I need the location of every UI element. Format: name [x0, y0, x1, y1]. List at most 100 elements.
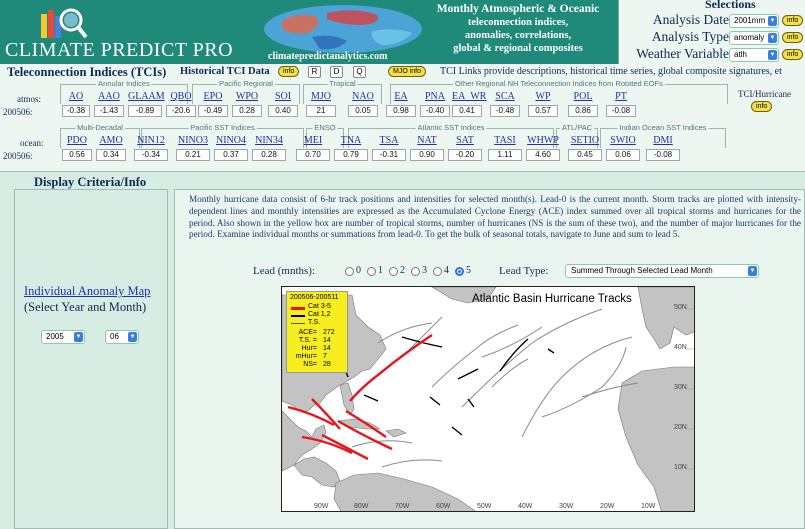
- ocean-index-value: 1.11: [488, 149, 522, 161]
- group-title: ENSO: [312, 123, 338, 132]
- atmos-index-value: 0.40: [268, 105, 298, 117]
- individual-anomaly-map-link[interactable]: Individual Anomaly Map: [24, 284, 150, 299]
- weather-variable-value: atlh: [734, 50, 747, 59]
- atmos-index-link[interactable]: SOI: [268, 91, 298, 102]
- site-url[interactable]: climatepredictanalytics.com: [268, 51, 388, 62]
- atmos-index-link[interactable]: NAO: [348, 91, 378, 102]
- tci-title: Teleconnection Indices (TCIs): [7, 65, 167, 79]
- year-select[interactable]: 2005 ▼: [41, 330, 85, 344]
- lon-label: 50W: [477, 503, 492, 510]
- ocean-index-link[interactable]: NIN12: [134, 135, 168, 146]
- atmos-index-link[interactable]: QBO: [166, 91, 196, 102]
- legend-swatch-cat1-2: [291, 315, 305, 317]
- analysis-date-info-button[interactable]: info: [782, 15, 804, 26]
- atmos-index-value: 0.57: [528, 105, 558, 117]
- lead-radio-label: 2: [400, 265, 405, 276]
- legend-stat-key: ACE=: [298, 329, 317, 336]
- atmos-index-link[interactable]: EA: [386, 91, 416, 102]
- ocean-index-link[interactable]: TASI: [488, 135, 522, 146]
- storm-track: [541, 346, 627, 418]
- lead-radio-5[interactable]: [455, 267, 464, 276]
- ocean-index-link[interactable]: NINO4: [214, 135, 248, 146]
- lead-radio-0[interactable]: [345, 267, 354, 276]
- atmos-index-link[interactable]: GLAAM: [128, 91, 165, 102]
- storm-track: [431, 324, 519, 388]
- lat-label: 10N: [674, 464, 687, 471]
- lead-type-label: Lead Type:: [499, 265, 549, 277]
- tci-hurricane-info-button[interactable]: info: [751, 101, 773, 112]
- ocean-index-link[interactable]: NINO3: [176, 135, 210, 146]
- ocean-index-value: -0.08: [646, 149, 680, 161]
- ocean-index-link[interactable]: PDO: [62, 135, 92, 146]
- weather-variable-select[interactable]: atlh ▼: [729, 48, 779, 62]
- lead-radio-3[interactable]: [411, 267, 420, 276]
- atmos-index-link[interactable]: WPO: [232, 91, 262, 102]
- historical-info-button[interactable]: info: [278, 66, 300, 77]
- legend-label: Cat 3-5: [308, 303, 331, 310]
- hurricane-track: [451, 426, 463, 436]
- atmos-index-value: -20.6: [166, 105, 196, 117]
- historical-r-button[interactable]: R: [308, 66, 321, 78]
- historical-q-button[interactable]: Q: [353, 66, 366, 78]
- weather-variable-info-button[interactable]: info: [782, 49, 804, 60]
- group-title: ATL/PAC: [559, 123, 595, 132]
- legend-stat-value: 7: [323, 353, 327, 360]
- atmos-index-link[interactable]: WP: [528, 91, 558, 102]
- analysis-type-select[interactable]: anomaly ▼: [729, 31, 779, 45]
- app-header: CLIMATE PREDICT PRO climatepredictanalyt…: [0, 0, 805, 64]
- atmos-index-link[interactable]: SCA: [490, 91, 520, 102]
- atmos-index-link[interactable]: AO: [62, 91, 90, 102]
- atmos-index-link[interactable]: EPO: [198, 91, 228, 102]
- legend-stat-key: T.S. =: [298, 337, 317, 344]
- ocean-index-value: -0.20: [448, 149, 482, 161]
- atmos-index-link[interactable]: MJO: [306, 91, 336, 102]
- analysis-type-info-button[interactable]: info: [782, 32, 804, 43]
- ocean-index-link[interactable]: NAT: [410, 135, 444, 146]
- ocean-index-link[interactable]: DMI: [646, 135, 680, 146]
- hurricane-track: [467, 398, 475, 408]
- lead-radio-label: 5: [466, 265, 471, 276]
- lead-radio-1[interactable]: [367, 267, 376, 276]
- chevron-down-icon: ▼: [768, 16, 777, 26]
- major-hurricane-track: [321, 433, 369, 461]
- legend-swatch-ts: [291, 323, 305, 324]
- lead-radio-2[interactable]: [389, 267, 398, 276]
- ocean-index-link[interactable]: WHWP: [526, 135, 560, 146]
- lead-months-label: Lead (mnths):: [253, 265, 316, 277]
- month-select[interactable]: 06 ▼: [105, 330, 139, 344]
- atmos-index-value: 21: [306, 105, 336, 117]
- lead-radio-4[interactable]: [433, 267, 442, 276]
- legend-stat-value: 28: [323, 361, 331, 368]
- hurricane-track-map: Atlantic Basin Hurricane Tracks 200506-2…: [281, 286, 695, 512]
- lead-radio-label: 1: [378, 265, 383, 276]
- historical-d-button[interactable]: D: [330, 66, 343, 78]
- ocean-index-link[interactable]: SWIO: [606, 135, 640, 146]
- right-panel: Monthly hurricane data consist of 6-hr t…: [174, 189, 805, 529]
- tci-hurricane-label: TCI/Hurricane: [738, 89, 791, 99]
- lead-type-select[interactable]: Summed Through Selected Lead Month ▼: [565, 264, 759, 278]
- group-title: Indian Ocean SST Indices: [617, 123, 709, 132]
- ocean-index-link[interactable]: SETIO: [568, 135, 602, 146]
- atmos-index-link[interactable]: EA_WR: [452, 91, 486, 102]
- land-europe: [637, 287, 694, 350]
- atmos-index-link[interactable]: PT: [606, 91, 636, 102]
- ocean-index-value: -0.31: [372, 149, 406, 161]
- tagline-line: global & regional composites: [453, 43, 583, 54]
- ocean-index-link[interactable]: NIN34: [252, 135, 286, 146]
- analysis-date-select[interactable]: 2001mm ▼: [729, 14, 779, 28]
- atmos-index-link[interactable]: POL: [568, 91, 598, 102]
- atmos-index-link[interactable]: PNA: [420, 91, 450, 102]
- ocean-index-value: 0.21: [176, 149, 210, 161]
- land-hispaniola: [385, 428, 407, 438]
- ocean-index-link[interactable]: SAT: [448, 135, 482, 146]
- atmos-index-value: -0.38: [62, 105, 90, 117]
- ocean-index-link[interactable]: TNA: [334, 135, 368, 146]
- selections-panel: Selections Analysis Date 2001mm ▼ info A…: [618, 0, 805, 64]
- ocean-index-link[interactable]: AMO: [96, 135, 126, 146]
- atmos-index-link[interactable]: AAO: [94, 91, 124, 102]
- mjo-info-button[interactable]: MJO info: [388, 66, 427, 77]
- ocean-index-link[interactable]: MEI: [296, 135, 330, 146]
- atmos-index-value: -0.48: [490, 105, 520, 117]
- ocean-index-link[interactable]: TSA: [372, 135, 406, 146]
- selections-title: Selections: [705, 0, 756, 11]
